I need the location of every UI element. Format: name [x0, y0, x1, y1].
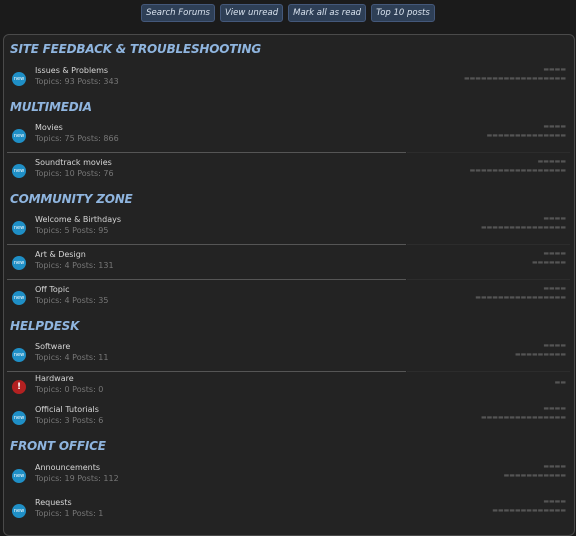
forum-icon: new [12, 411, 26, 425]
row-divider [7, 244, 406, 245]
row-divider [407, 279, 570, 280]
forum-link[interactable]: Art & Design [35, 250, 86, 259]
locked-forum-icon: ! [12, 380, 26, 394]
row-divider [407, 152, 570, 153]
last-post-author: ▬▬▬▬ [543, 463, 566, 470]
last-post-title[interactable]: ▬▬▬▬▬▬▬▬▬▬▬▬▬▬▬▬▬▬ [464, 75, 566, 82]
last-post-author: ▬▬▬▬ [543, 285, 566, 292]
forum-icon: new [12, 291, 26, 305]
forum-link[interactable]: Hardware [35, 374, 74, 383]
category-title-community-zone[interactable]: COMMUNITY ZONE [10, 192, 133, 206]
forum-icon: new [12, 348, 26, 362]
forum-icon: new [12, 504, 26, 518]
row-divider [7, 371, 406, 372]
forum-link[interactable]: Announcements [35, 463, 100, 472]
forum-stats: Topics: 1 Posts: 1 [35, 509, 104, 518]
last-post-author: ▬▬▬▬▬ [537, 158, 566, 165]
forum-link[interactable]: Movies [35, 123, 63, 132]
forum-link[interactable]: Official Tutorials [35, 405, 99, 414]
view-unread-button[interactable]: View unread [219, 4, 284, 22]
last-post-title[interactable]: ▬▬▬▬▬▬▬▬▬▬▬▬▬▬▬ [481, 224, 566, 231]
forum-link[interactable]: Software [35, 342, 70, 351]
category-title-multimedia[interactable]: MULTIMEDIA [10, 100, 92, 114]
forum-stats: Topics: 4 Posts: 35 [35, 296, 109, 305]
forum-icon: new [12, 256, 26, 270]
last-post-author: ▬▬▬▬ [543, 342, 566, 349]
forum-link[interactable]: Issues & Problems [35, 66, 108, 75]
forum-link[interactable]: Requests [35, 498, 72, 507]
forum-stats: Topics: 4 Posts: 131 [35, 261, 114, 270]
last-post-author: ▬▬▬▬ [543, 215, 566, 222]
last-post-author: ▬▬▬▬ [543, 66, 566, 73]
last-post-title[interactable]: ▬▬▬▬▬▬ [532, 259, 566, 266]
row-divider [7, 152, 406, 153]
forum-icon: new [12, 129, 26, 143]
forum-stats: Topics: 93 Posts: 343 [35, 77, 119, 86]
forum-icon: new [12, 221, 26, 235]
category-title-front-office[interactable]: FRONT OFFICE [10, 439, 106, 453]
last-post-title[interactable]: ▬▬▬▬▬▬▬▬▬▬▬▬▬▬ [487, 132, 566, 139]
search-forums-button[interactable]: Search Forums [141, 4, 215, 22]
forum-toolbar: Search Forums View unread Mark all as re… [0, 4, 576, 22]
row-divider [407, 244, 570, 245]
forum-stats: Topics: 4 Posts: 11 [35, 353, 109, 362]
last-post-title[interactable]: ▬▬▬▬▬▬▬▬▬▬▬▬▬▬▬▬▬ [470, 167, 566, 174]
forum-icon: new [12, 164, 26, 178]
last-post-author: ▬▬▬▬ [543, 498, 566, 505]
no-posts-label: ▬▬ [554, 379, 566, 386]
last-post-title[interactable]: ▬▬▬▬▬▬▬▬▬▬▬▬▬▬▬▬ [475, 294, 566, 301]
last-post-title[interactable]: ▬▬▬▬▬▬▬▬▬▬▬▬▬▬▬ [481, 414, 566, 421]
last-post-author: ▬▬▬▬ [543, 250, 566, 257]
category-title-helpdesk[interactable]: HELPDESK [10, 319, 79, 333]
forum-stats: Topics: 5 Posts: 95 [35, 226, 109, 235]
forum-link[interactable]: Welcome & Birthdays [35, 215, 121, 224]
forum-icon: new [12, 469, 26, 483]
forum-link[interactable]: Soundtrack movies [35, 158, 112, 167]
last-post-author: ▬▬▬▬ [543, 405, 566, 412]
forum-list-panel: SITE FEEDBACK & TROUBLESHOOTING new Issu… [3, 34, 575, 536]
last-post-author: ▬▬▬▬ [543, 123, 566, 130]
forum-icon: new [12, 72, 26, 86]
forum-stats: Topics: 75 Posts: 866 [35, 134, 119, 143]
forum-link[interactable]: Off Topic [35, 285, 69, 294]
mark-all-read-button[interactable]: Mark all as read [288, 4, 367, 22]
last-post-title[interactable]: ▬▬▬▬▬▬▬▬▬▬▬▬▬ [492, 507, 566, 514]
row-divider [7, 279, 406, 280]
forum-stats: Topics: 19 Posts: 112 [35, 474, 119, 483]
forum-stats: Topics: 3 Posts: 6 [35, 416, 104, 425]
forum-stats: Topics: 0 Posts: 0 [35, 385, 104, 394]
last-post-title[interactable]: ▬▬▬▬▬▬▬▬▬▬▬ [504, 472, 566, 479]
last-post-title[interactable]: ▬▬▬▬▬▬▬▬▬ [515, 351, 566, 358]
category-title-site-feedback[interactable]: SITE FEEDBACK & TROUBLESHOOTING [10, 42, 261, 56]
forum-stats: Topics: 10 Posts: 76 [35, 169, 114, 178]
top-posts-button[interactable]: Top 10 posts [371, 4, 435, 22]
row-divider [407, 371, 570, 372]
